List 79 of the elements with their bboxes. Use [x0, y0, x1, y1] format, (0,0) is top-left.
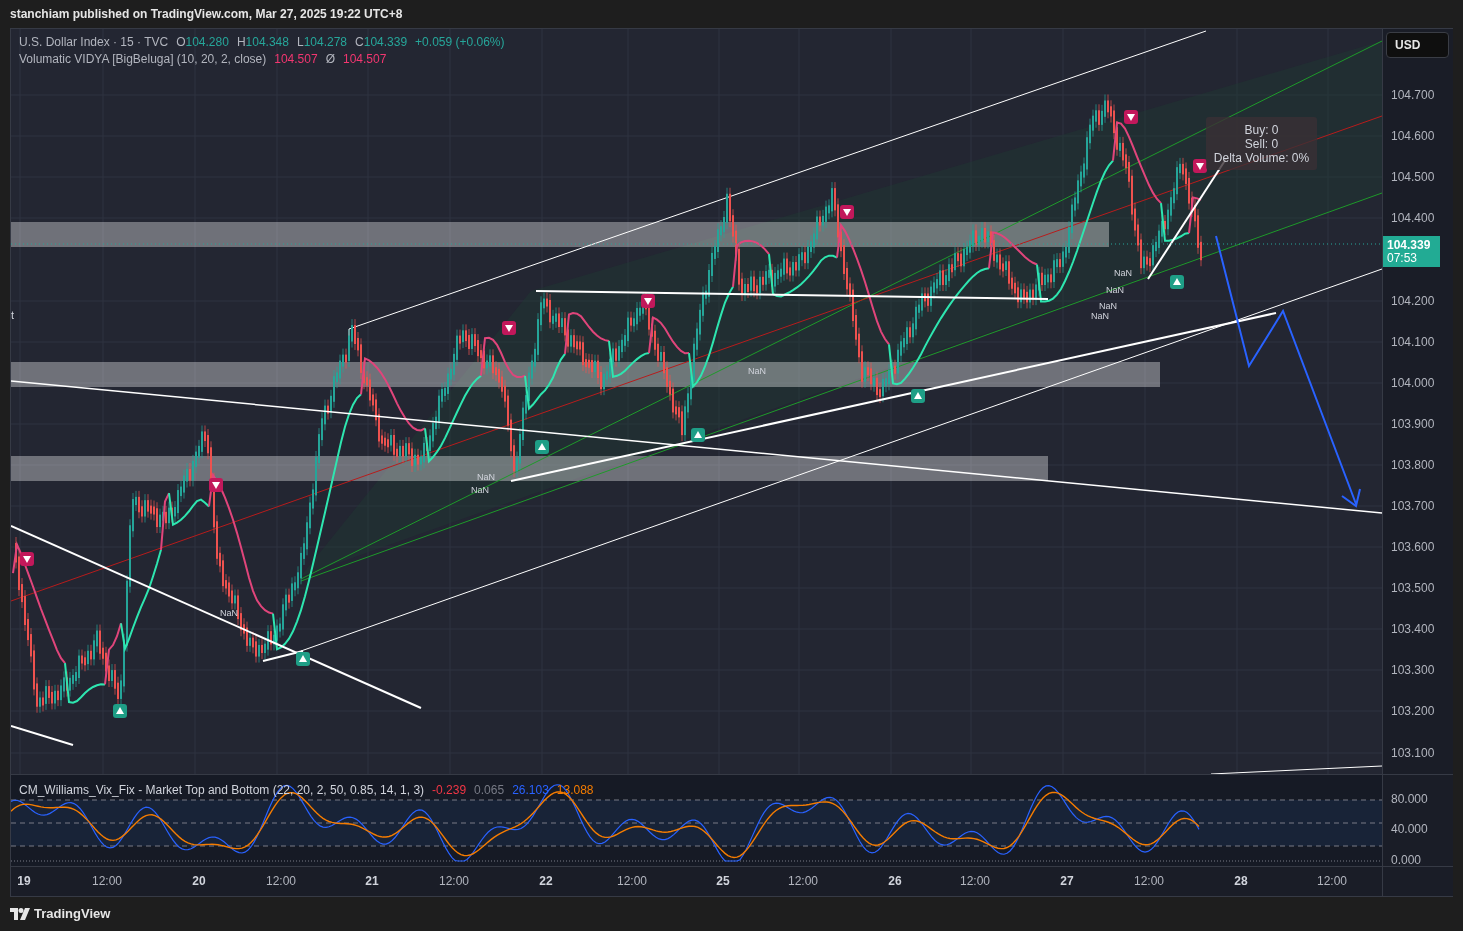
- price-tick: 103.500: [1391, 581, 1435, 595]
- last-price: 104.339: [1387, 238, 1432, 252]
- price-tick: 103.400: [1391, 622, 1435, 636]
- indicator-title[interactable]: Volumatic VIDYA [BigBeluga] (10, 20, 2, close): [19, 52, 267, 66]
- price-tick: 103.100: [1391, 746, 1435, 760]
- sell-signal-icon: [1124, 110, 1138, 124]
- price-tick: 104.500: [1391, 170, 1435, 184]
- oscillator-value: -0.239: [432, 783, 467, 797]
- indicator-value: 104.507: [274, 52, 318, 66]
- buy-signal-icon: [691, 428, 705, 442]
- brand-name[interactable]: TradingView: [34, 903, 111, 924]
- time-tick: 22: [539, 874, 553, 888]
- nan-label: NaN: [1114, 268, 1132, 278]
- sell-signal-icon: [20, 552, 34, 566]
- time-tick: 25: [716, 874, 730, 888]
- price-change: +0.059 (+0.06%): [415, 35, 505, 49]
- ohlc-value: O104.280: [176, 35, 229, 49]
- ohlc-value: C104.339: [355, 35, 408, 49]
- oscillator-tick: 40.000: [1391, 822, 1428, 836]
- time-tick: 27: [1060, 874, 1074, 888]
- time-tick: 12:00: [266, 874, 296, 888]
- indicator-value: 104.507: [343, 52, 387, 66]
- nan-label: NaN: [748, 366, 766, 376]
- time-tick: 28: [1234, 874, 1248, 888]
- nan-label: NaN: [471, 485, 489, 495]
- edge-label: t: [11, 308, 15, 323]
- sell-signal-icon: [840, 205, 854, 219]
- stats-text: Delta Volume: 0%: [1213, 150, 1310, 165]
- oscillator-tick: 80.000: [1391, 792, 1428, 806]
- time-tick: 12:00: [960, 874, 990, 888]
- ohlc-value: H104.348: [236, 35, 289, 49]
- symbol-title[interactable]: U.S. Dollar Index · 15 · TVC: [19, 35, 169, 49]
- price-tick: 103.900: [1391, 417, 1435, 431]
- time-tick: 20: [192, 874, 206, 888]
- price-tick: 104.200: [1391, 294, 1435, 308]
- bar-countdown: 07:53: [1387, 251, 1419, 265]
- price-tick: 103.300: [1391, 663, 1435, 677]
- time-tick: 12:00: [92, 874, 122, 888]
- indicator-separator: Ø: [325, 52, 335, 66]
- time-tick: 12:00: [788, 874, 818, 888]
- time-tick: 19: [17, 874, 31, 888]
- trend-line: [11, 725, 74, 746]
- sell-signal-icon: [209, 478, 223, 492]
- nan-label: NaN: [1091, 311, 1109, 321]
- time-tick: 12:00: [1317, 874, 1347, 888]
- oscillator-value: 26.103: [512, 783, 549, 797]
- sell-signal-icon: [1193, 159, 1207, 173]
- sell-signal-icon: [641, 294, 655, 308]
- buy-signal-icon: [296, 652, 310, 666]
- time-tick: 12:00: [1134, 874, 1164, 888]
- time-tick: 21: [365, 874, 379, 888]
- ohlc-value: L104.278: [296, 35, 348, 49]
- price-tick: 104.100: [1391, 335, 1435, 349]
- time-tick: 12:00: [439, 874, 469, 888]
- buy-signal-icon: [1170, 275, 1184, 289]
- buy-signal-icon: [535, 440, 549, 454]
- nan-label: NaN: [477, 472, 495, 482]
- nan-label: NaN: [1106, 285, 1124, 295]
- currency-button[interactable]: USD: [1386, 32, 1449, 58]
- oscillator-value: 0.065: [474, 783, 505, 797]
- stats-text: Buy: 0: [1244, 122, 1279, 137]
- publish-caption: stanchiam published on TradingView.com, Mar 27, 2025 19:22 UTC+8: [10, 6, 403, 23]
- sell-signal-icon: [502, 321, 516, 335]
- price-tick: 104.600: [1391, 129, 1435, 143]
- buy-signal-icon: [113, 704, 127, 718]
- price-tick: 104.700: [1391, 88, 1435, 102]
- nan-label: NaN: [1099, 301, 1117, 311]
- stats-text: Sell: 0: [1244, 136, 1279, 151]
- price-tick: 103.700: [1391, 499, 1435, 513]
- oscillator-tick: 0.000: [1391, 853, 1422, 867]
- buy-signal-icon: [911, 389, 925, 403]
- time-tick: 12:00: [617, 874, 647, 888]
- logo-icon: [10, 907, 30, 920]
- price-tick: 104.400: [1391, 211, 1435, 225]
- price-tick: 103.200: [1391, 704, 1435, 718]
- price-tick: 103.600: [1391, 540, 1435, 554]
- time-tick: 26: [888, 874, 902, 888]
- price-tick: 104.000: [1391, 376, 1435, 390]
- price-tick: 103.800: [1391, 458, 1435, 472]
